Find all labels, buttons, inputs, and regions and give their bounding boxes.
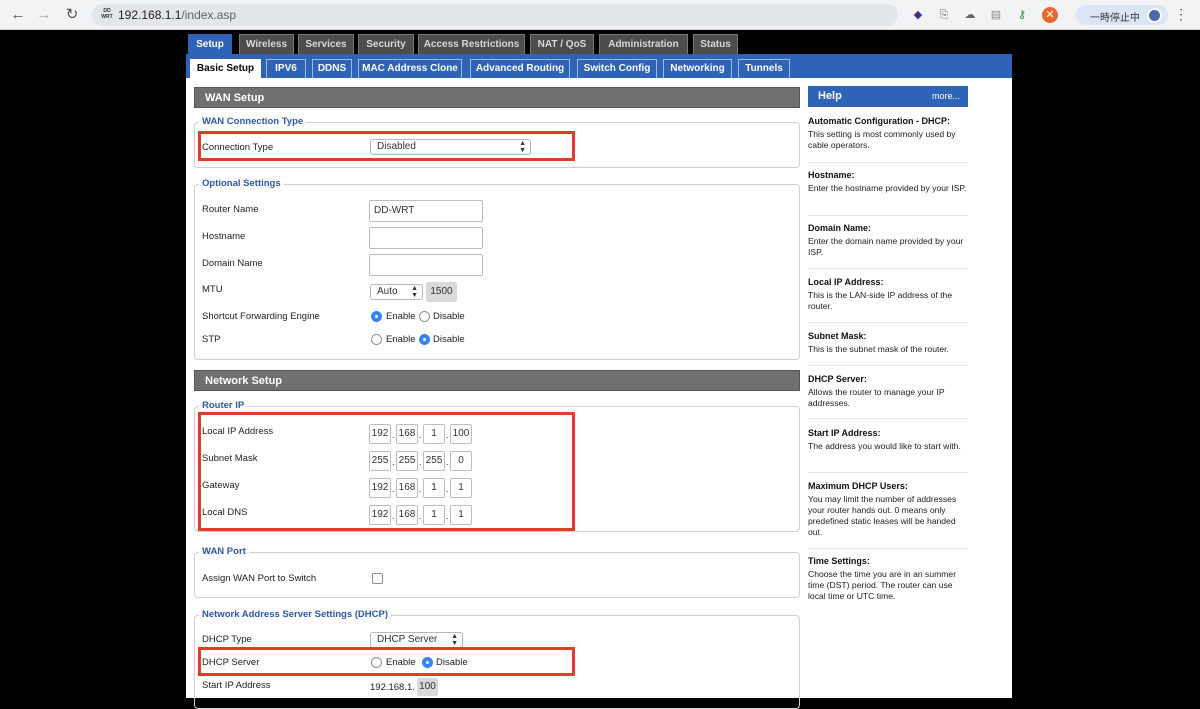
wan-setup-header: WAN Setup bbox=[194, 87, 800, 108]
help-item: Domain Name: Enter the domain name provi… bbox=[808, 223, 968, 269]
highlight-dhcp-server bbox=[198, 647, 575, 676]
start-ip-prefix: 192.168.1. bbox=[370, 682, 415, 693]
start-ip-last-octet[interactable]: 100 bbox=[417, 678, 438, 696]
optional-settings-legend: Optional Settings bbox=[202, 178, 281, 189]
highlight-connection-type bbox=[198, 131, 575, 161]
help-more-link[interactable]: more... bbox=[932, 86, 960, 107]
select-arrows-icon: ▲ ▼ bbox=[451, 633, 458, 647]
router-ip-legend: Router IP bbox=[202, 400, 245, 411]
tab-security[interactable]: Security bbox=[358, 34, 414, 54]
stp-enable-label: Enable bbox=[386, 334, 416, 345]
content-area: WAN Setup WAN Connection Type Connection… bbox=[186, 78, 1012, 709]
router-name-input[interactable]: DD-WRT bbox=[369, 200, 483, 222]
extension-doc-icon[interactable]: ▤ bbox=[988, 7, 1004, 23]
start-ip-label: Start IP Address bbox=[202, 680, 271, 691]
subtab-mac-address-clone[interactable]: MAC Address Clone bbox=[358, 59, 462, 78]
tab-access-restrictions[interactable]: Access Restrictions bbox=[418, 34, 525, 54]
subtab-advanced-routing[interactable]: Advanced Routing bbox=[470, 59, 570, 78]
back-icon[interactable]: ← bbox=[8, 5, 28, 25]
help-item: Start IP Address: The address you would … bbox=[808, 428, 968, 473]
wan-port-fieldset: WAN Port bbox=[194, 546, 800, 598]
extension-block-icon[interactable]: ✕ bbox=[1042, 7, 1058, 23]
site-favicon: DD WRT bbox=[101, 8, 113, 20]
browser-toolbar: ← → ↻ DD WRT 192.168.1.1/index.asp ◆ ⎘ ☁ … bbox=[0, 0, 1200, 30]
wan-port-legend: WAN Port bbox=[202, 546, 246, 557]
profile-pause-button[interactable]: 一時停止中 bbox=[1076, 5, 1168, 25]
help-item: Local IP Address: This is the LAN-side I… bbox=[808, 277, 968, 323]
sfe-enable-label: Enable bbox=[386, 311, 416, 322]
dhcp-type-select[interactable]: DHCP Server ▲ ▼ bbox=[370, 632, 463, 648]
tab-nat-qos[interactable]: NAT / QoS bbox=[530, 34, 594, 54]
sfe-disable-radio[interactable] bbox=[419, 311, 430, 322]
stp-label: STP bbox=[202, 334, 221, 345]
help-item: Time Settings: Choose the time you are i… bbox=[808, 556, 957, 601]
wan-connection-legend: WAN Connection Type bbox=[202, 116, 304, 127]
tab-services[interactable]: Services bbox=[298, 34, 354, 54]
mtu-mode-select[interactable]: Auto ▲ ▼ bbox=[370, 284, 423, 300]
address-bar[interactable]: DD WRT 192.168.1.1/index.asp bbox=[92, 4, 898, 26]
tab-wireless[interactable]: Wireless bbox=[239, 34, 294, 54]
stp-enable-radio[interactable] bbox=[371, 334, 382, 345]
subtab-ipv6[interactable]: IPV6 bbox=[266, 59, 306, 78]
help-item: Hostname: Enter the hostname provided by… bbox=[808, 170, 968, 216]
extension-key-icon[interactable]: ⚷ bbox=[1014, 7, 1030, 23]
hostname-label: Hostname bbox=[202, 231, 246, 242]
subtab-tunnels[interactable]: Tunnels bbox=[738, 59, 790, 78]
dhcp-legend: Network Address Server Settings (DHCP) bbox=[202, 609, 389, 620]
subtab-basic-setup[interactable]: Basic Setup bbox=[190, 59, 261, 78]
domain-name-label: Domain Name bbox=[202, 258, 263, 269]
optional-settings-fieldset: Optional Settings bbox=[194, 178, 800, 360]
assign-wan-label: Assign WAN Port to Switch bbox=[202, 573, 317, 584]
stp-disable-radio[interactable] bbox=[419, 334, 430, 345]
avatar bbox=[1147, 8, 1162, 23]
help-item: DHCP Server: Allows the router to manage… bbox=[808, 374, 968, 419]
mtu-value-field: 1500 bbox=[426, 282, 457, 302]
extension-diamond-icon[interactable]: ◆ bbox=[910, 7, 926, 23]
sub-navigation: Basic Setup IPV6 DDNS MAC Address Clone … bbox=[186, 54, 1012, 78]
reload-icon[interactable]: ↻ bbox=[62, 5, 82, 25]
assign-wan-checkbox[interactable] bbox=[372, 573, 383, 584]
extension-copy-icon[interactable]: ⎘ bbox=[936, 7, 952, 23]
sfe-enable-radio[interactable] bbox=[371, 311, 382, 322]
subtab-ddns[interactable]: DDNS bbox=[312, 59, 352, 78]
select-arrows-icon: ▲ ▼ bbox=[411, 285, 418, 299]
menu-icon[interactable]: ⋮ bbox=[1174, 6, 1188, 23]
help-item: Maximum DHCP Users: You may limit the nu… bbox=[808, 481, 968, 549]
subtab-networking[interactable]: Networking bbox=[663, 59, 732, 78]
sfe-label: Shortcut Forwarding Engine bbox=[202, 311, 320, 322]
router-name-label: Router Name bbox=[202, 204, 259, 215]
dhcp-type-label: DHCP Type bbox=[202, 634, 252, 645]
extension-cloud-icon[interactable]: ☁ bbox=[962, 7, 978, 23]
stp-disable-label: Disable bbox=[433, 334, 465, 345]
mtu-label: MTU bbox=[202, 284, 223, 295]
router-page: Setup Wireless Services Security Access … bbox=[186, 30, 1012, 709]
tab-setup[interactable]: Setup bbox=[188, 34, 232, 54]
sfe-disable-label: Disable bbox=[433, 311, 465, 322]
domain-name-input[interactable] bbox=[369, 254, 483, 276]
url-text: 192.168.1.1/index.asp bbox=[118, 8, 237, 22]
help-item: Automatic Configuration - DHCP: This set… bbox=[808, 116, 968, 163]
tab-status[interactable]: Status bbox=[693, 34, 738, 54]
hostname-input[interactable] bbox=[369, 227, 483, 249]
forward-icon[interactable]: → bbox=[34, 5, 54, 25]
help-item: Subnet Mask: This is the subnet mask of … bbox=[808, 331, 968, 366]
subtab-switch-config[interactable]: Switch Config bbox=[577, 59, 657, 78]
tab-administration[interactable]: Administration bbox=[599, 34, 688, 54]
network-setup-header: Network Setup bbox=[194, 370, 800, 391]
highlight-router-ip bbox=[198, 412, 575, 531]
help-header: Help more... bbox=[808, 86, 968, 107]
